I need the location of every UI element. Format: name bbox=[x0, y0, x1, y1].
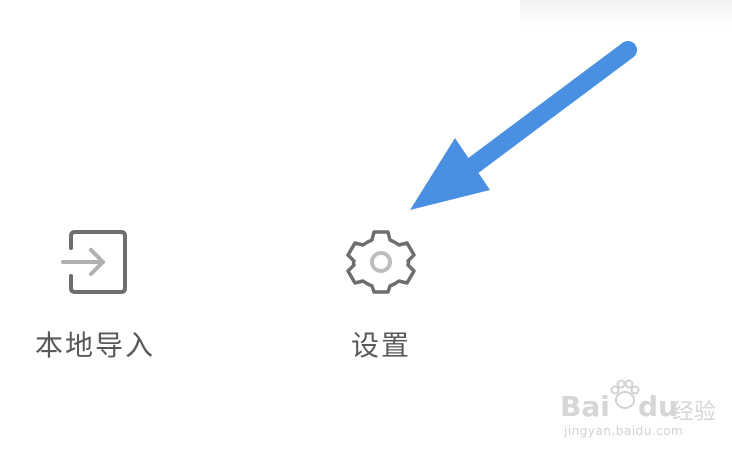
local-import-button[interactable]: 本地导入 bbox=[0, 226, 190, 386]
screen: 本地导入 设置 Bai du 经验 jingyan.baidu.com bbox=[0, 0, 732, 456]
paw-icon bbox=[610, 379, 640, 409]
watermark-url: jingyan.baidu.com bbox=[564, 424, 684, 438]
import-icon bbox=[61, 230, 127, 294]
settings-button[interactable]: 设置 bbox=[286, 226, 476, 386]
watermark-brand: Bai bbox=[560, 390, 610, 423]
top-bar-edge bbox=[520, 0, 732, 26]
local-import-label: 本地导入 bbox=[34, 329, 155, 362]
baidu-watermark: Bai du 经验 jingyan.baidu.com bbox=[560, 378, 730, 448]
gear-icon bbox=[346, 230, 416, 294]
settings-label: 设置 bbox=[350, 329, 411, 362]
watermark-suffix: 经验 bbox=[672, 400, 717, 425]
